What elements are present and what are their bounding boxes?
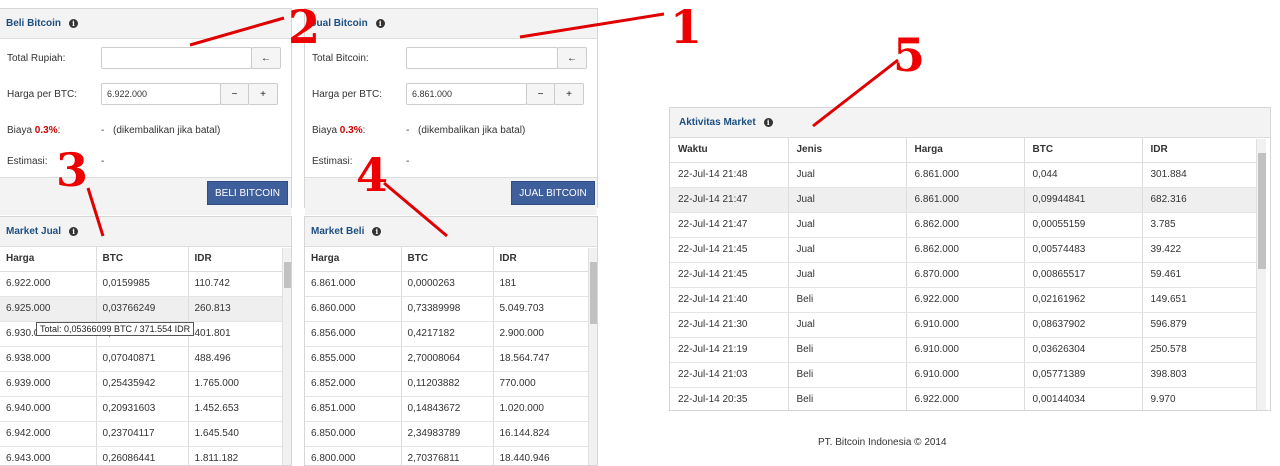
annotation-number-2: 2 [288, 0, 321, 54]
annotation-line-2 [189, 16, 285, 47]
annotation-arrows [86, 12, 899, 238]
annotation-number-4: 4 [356, 148, 389, 202]
annotation-line-4 [383, 181, 448, 238]
annotation-number-3: 3 [56, 143, 89, 197]
annotation-line-1 [519, 12, 665, 39]
annotation-number-5: 5 [893, 28, 926, 82]
annotation-number-1: 1 [670, 0, 703, 54]
annotation-line-5 [812, 58, 899, 128]
annotation-line-3 [86, 187, 105, 237]
